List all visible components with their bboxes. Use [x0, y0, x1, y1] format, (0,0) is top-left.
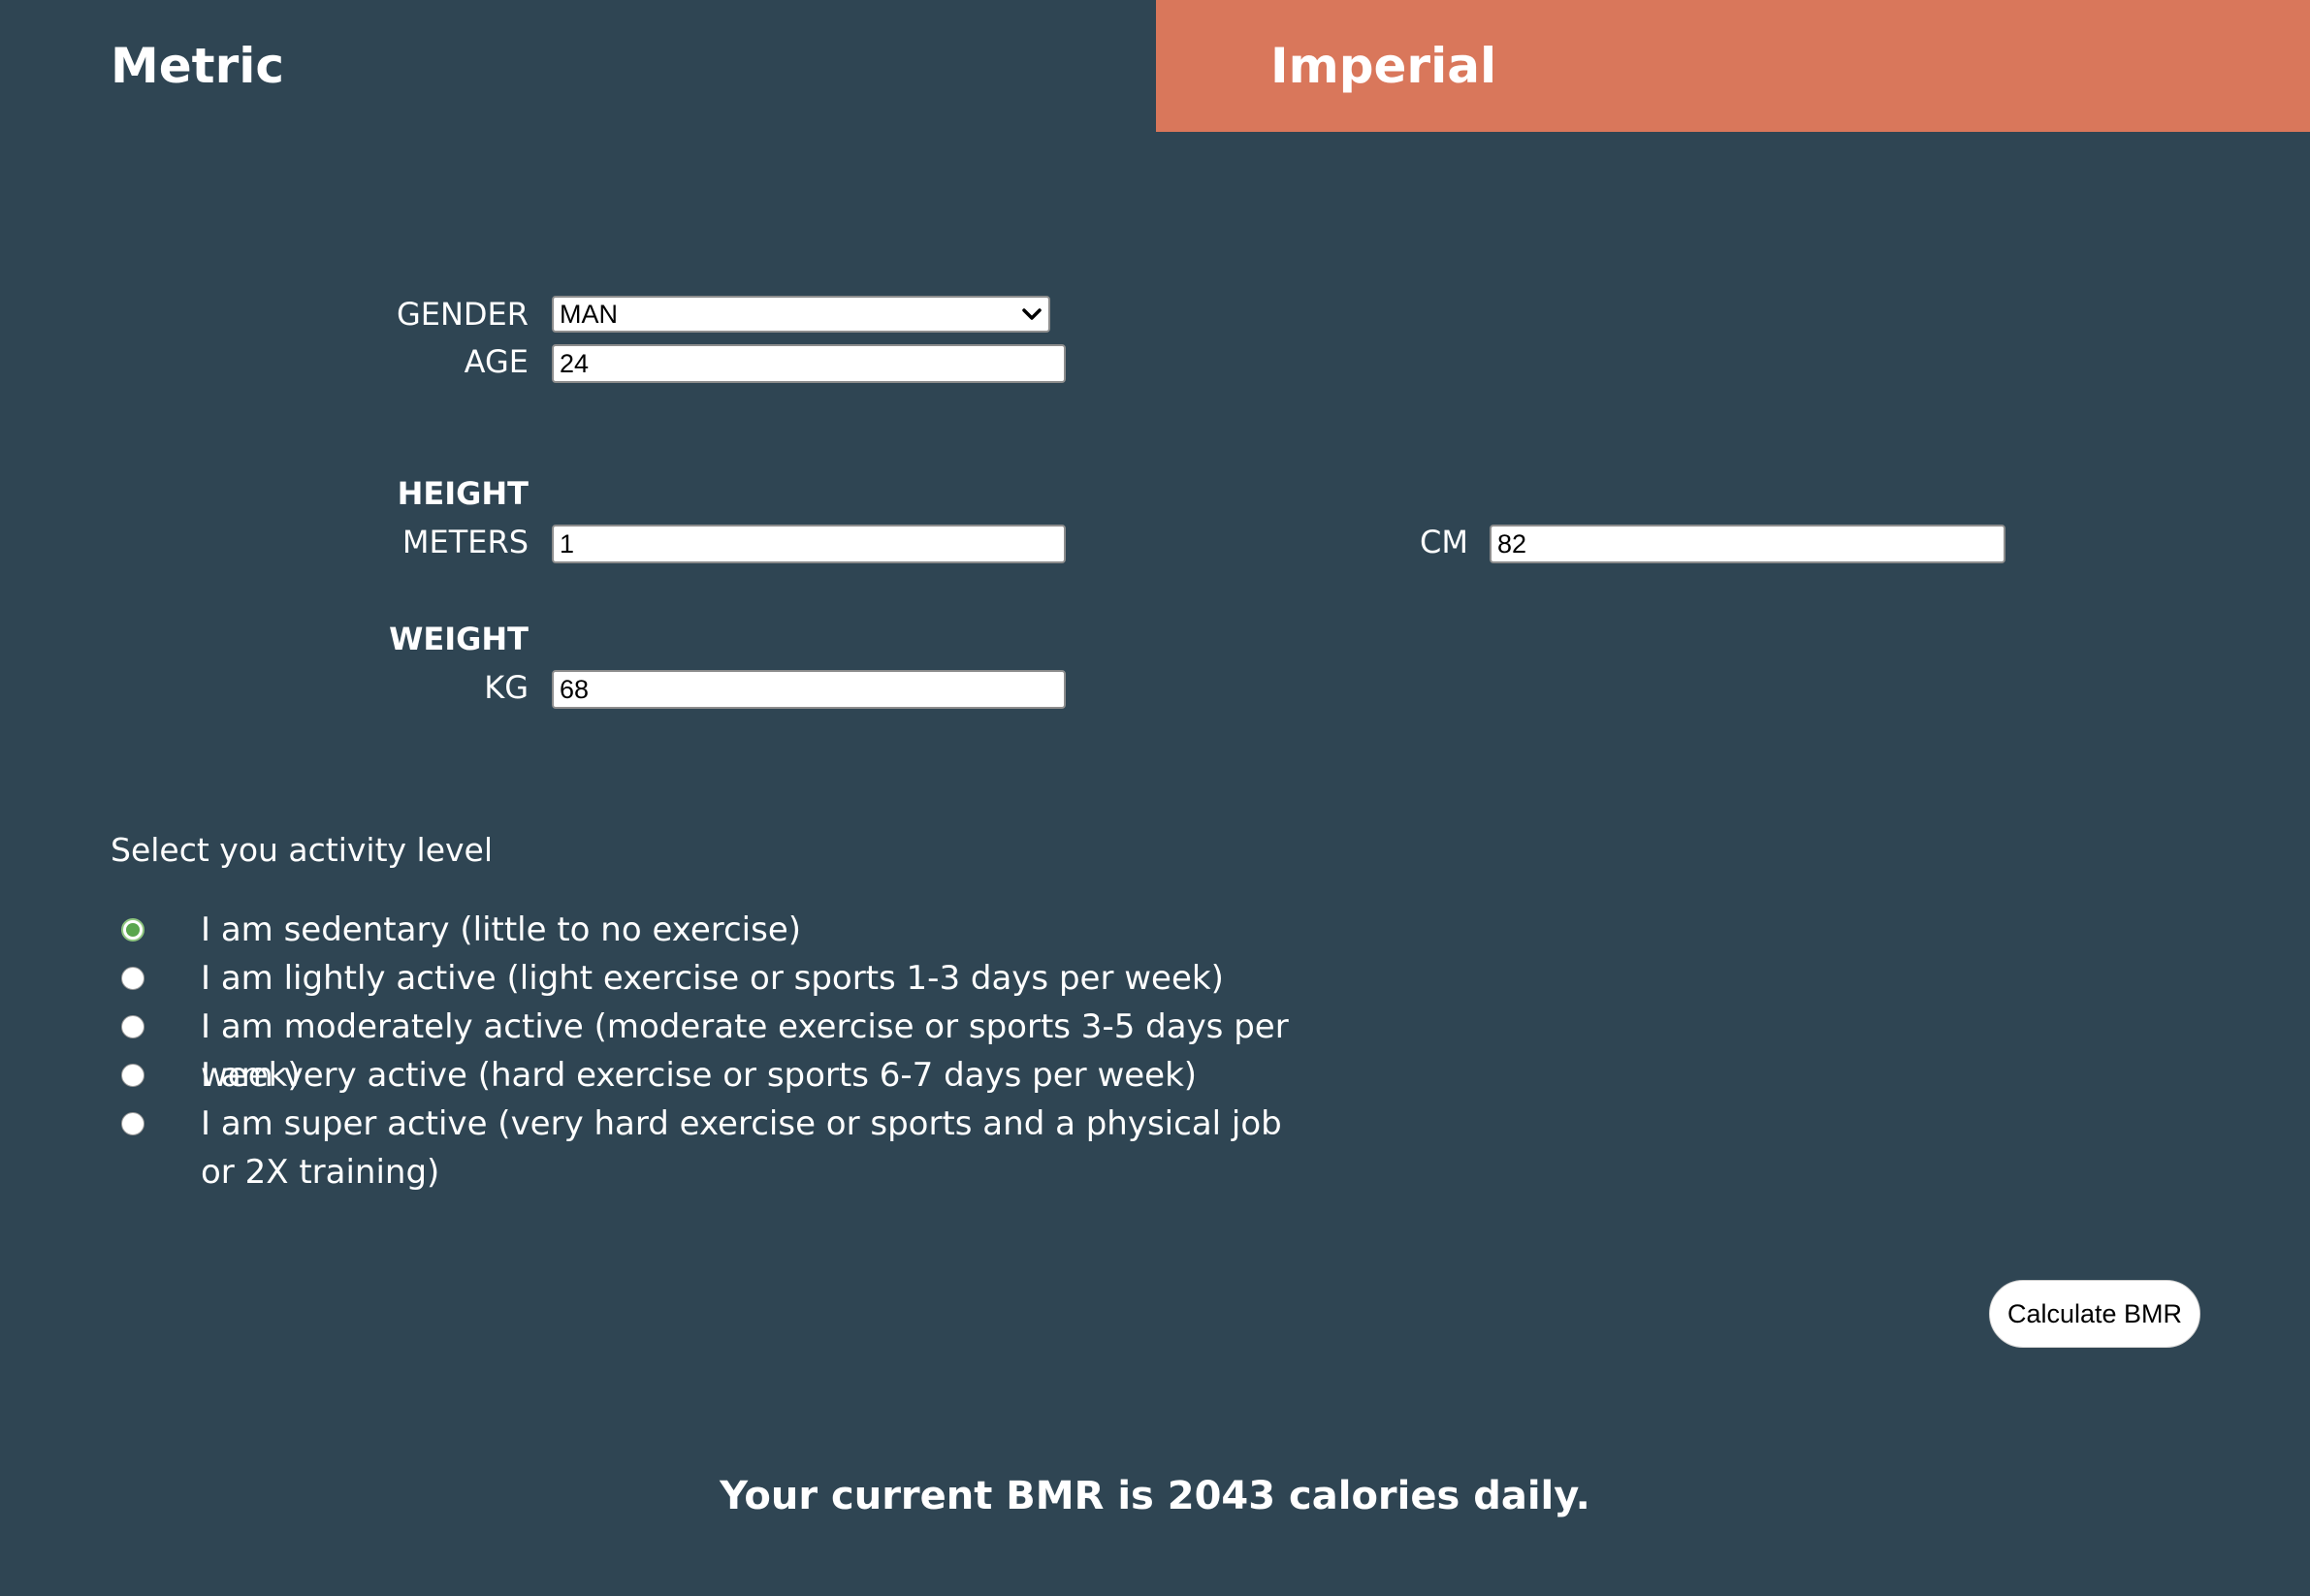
- chevron-down-icon: [1021, 303, 1043, 325]
- cm-input[interactable]: [1490, 525, 2005, 563]
- activity-option-label: I am sedentary (little to no exercise): [201, 910, 802, 949]
- age-label: AGE: [464, 343, 529, 380]
- tab-imperial-label: Imperial: [1270, 38, 1497, 94]
- kg-label: KG: [484, 669, 529, 706]
- radio-sedentary[interactable]: [121, 918, 144, 942]
- radio-very-active[interactable]: [121, 1064, 144, 1087]
- activity-option-label: I am super active (very hard exercise or…: [201, 1104, 1282, 1192]
- activity-option-label: I am very active (hard exercise or sport…: [201, 1056, 1198, 1095]
- gender-label: GENDER: [396, 296, 529, 333]
- calculate-bmr-button[interactable]: Calculate BMR: [1989, 1280, 2200, 1348]
- height-heading: HEIGHT: [397, 475, 529, 512]
- gender-select[interactable]: MAN: [552, 296, 1050, 333]
- activity-option-label: I am lightly active (light exercise or s…: [201, 959, 1224, 998]
- radio-super-active[interactable]: [121, 1112, 144, 1135]
- age-input[interactable]: [552, 344, 1066, 383]
- meters-label: METERS: [401, 524, 529, 560]
- tab-metric-label: Metric: [111, 38, 285, 94]
- tab-imperial[interactable]: Imperial: [1156, 0, 2310, 132]
- calculate-bmr-button-label: Calculate BMR: [2006, 1298, 2183, 1328]
- meters-input[interactable]: [552, 525, 1066, 563]
- tab-metric[interactable]: Metric: [0, 0, 1156, 132]
- weight-heading: WEIGHT: [389, 621, 529, 657]
- cm-label: CM: [1420, 524, 1468, 560]
- bmr-result-text: Your current BMR is 2043 calories daily.: [720, 1474, 1590, 1518]
- gender-select-value: MAN: [560, 299, 618, 329]
- radio-lightly-active[interactable]: [121, 967, 144, 990]
- radio-moderately-active[interactable]: [121, 1015, 144, 1038]
- kg-input[interactable]: [552, 670, 1066, 709]
- activity-level-title: Select you activity level: [111, 831, 494, 869]
